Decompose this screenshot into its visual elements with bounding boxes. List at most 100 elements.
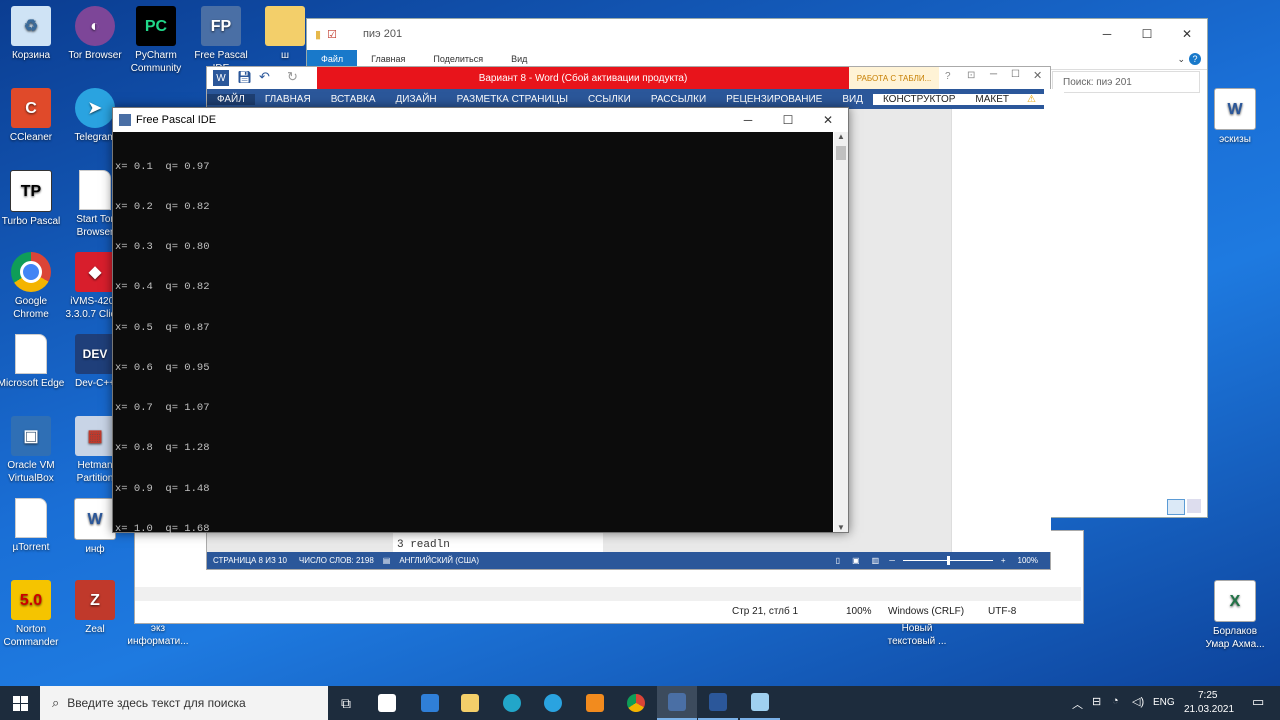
notepad-icon bbox=[751, 693, 769, 711]
wifi-icon[interactable]: ◔ bbox=[1112, 695, 1119, 707]
ccleaner-icon[interactable]: C CCleaner bbox=[0, 88, 66, 144]
taskbar-notepad[interactable] bbox=[740, 686, 780, 720]
new-text-file-label[interactable]: Новый текстовый ... bbox=[882, 622, 952, 648]
task-view-button[interactable]: ⧉ bbox=[326, 686, 366, 720]
large-icons-view-icon[interactable] bbox=[1187, 499, 1201, 513]
taskbar-search[interactable]: ⌕ Введите здесь текст для поиска bbox=[40, 686, 328, 720]
tab-view[interactable]: Вид bbox=[497, 54, 541, 64]
close-icon[interactable]: ✕ bbox=[1033, 69, 1042, 82]
tab-file[interactable]: ФАЙЛ bbox=[207, 93, 255, 105]
ribbon-display-icon[interactable]: ⊡ bbox=[967, 70, 975, 81]
checkbox-icon: ☑ bbox=[327, 28, 337, 41]
tab-design[interactable]: ДИЗАЙН bbox=[386, 94, 447, 105]
free-pascal-ide-icon[interactable]: FPFree Pascal IDE bbox=[186, 6, 256, 75]
utorrent-icon[interactable]: µTorrent bbox=[0, 498, 66, 554]
clock-date[interactable]: 21.03.2021 bbox=[1184, 704, 1234, 715]
close-icon[interactable]: ✕ bbox=[808, 113, 848, 127]
zoom-slider-thumb[interactable] bbox=[946, 556, 950, 565]
taskbar-word[interactable] bbox=[698, 686, 738, 720]
horizontal-scrollbar[interactable] bbox=[135, 587, 1081, 601]
minimize-icon[interactable]: ─ bbox=[1087, 27, 1127, 41]
input-language[interactable]: ENG bbox=[1153, 697, 1175, 708]
clock-time[interactable]: 7:25 bbox=[1198, 690, 1217, 701]
redo-icon[interactable]: ↻ bbox=[287, 69, 298, 85]
maximize-icon[interactable]: ☐ bbox=[1011, 69, 1020, 80]
zoom-percent[interactable]: 100% bbox=[1010, 556, 1050, 565]
console-line: x= 0.1 q= 0.97 bbox=[115, 160, 210, 173]
taskbar-store[interactable] bbox=[367, 686, 407, 720]
scroll-down-icon[interactable]: ▼ bbox=[837, 523, 845, 532]
tab-review[interactable]: РЕЦЕНЗИРОВАНИЕ bbox=[716, 94, 832, 105]
console-scrollbar[interactable]: ▲ ▼ bbox=[834, 132, 848, 532]
free-pascal-window[interactable]: Free Pascal IDE ─ ☐ ✕ x= 0.1 q= 0.97 x= … bbox=[112, 107, 849, 535]
show-hidden-icons[interactable]: ︿ bbox=[1072, 696, 1083, 712]
zoom-out-icon[interactable]: ─ bbox=[885, 556, 899, 565]
console-output[interactable]: x= 0.1 q= 0.97 x= 0.2 q= 0.82 x= 0.3 q= … bbox=[113, 132, 833, 535]
start-button[interactable] bbox=[0, 686, 40, 720]
tab-home[interactable]: ГЛАВНАЯ bbox=[255, 94, 321, 105]
table-tools-tab[interactable]: РАБОТА С ТАБЛИ... bbox=[849, 67, 939, 89]
web-layout-icon[interactable]: ▥ bbox=[866, 556, 886, 565]
notifications-icon[interactable]: ▭ bbox=[1252, 694, 1264, 710]
console-line: x= 0.7 q= 1.07 bbox=[115, 402, 210, 415]
undo-icon[interactable]: ↶ bbox=[259, 69, 270, 85]
word-title-bar: Вариант 8 - Word (Сбой активации продукт… bbox=[317, 67, 849, 89]
norton-commander-icon[interactable]: 5.0 Norton Commander bbox=[0, 580, 66, 649]
folder-icon: ▮ bbox=[315, 28, 322, 41]
virtualbox-icon[interactable]: ▣ Oracle VM VirtualBox bbox=[0, 416, 66, 485]
warning-icon[interactable]: ⚠ bbox=[1019, 93, 1044, 105]
excel-doc-icon[interactable]: X Борлаков Умар Ахма... bbox=[1200, 580, 1270, 651]
zoom-slider[interactable] bbox=[902, 556, 993, 565]
details-view-icon[interactable] bbox=[1167, 499, 1185, 515]
explorer-search[interactable]: Поиск: пиэ 201 bbox=[1052, 71, 1200, 93]
pycharm-icon[interactable]: PC PyCharm Community bbox=[121, 6, 191, 75]
tab-layout[interactable]: РАЗМЕТКА СТРАНИЦЫ bbox=[447, 94, 578, 105]
taskbar-sublime[interactable] bbox=[575, 686, 615, 720]
scroll-up-icon[interactable]: ▲ bbox=[837, 132, 845, 141]
console-line: x= 0.6 q= 0.95 bbox=[115, 361, 210, 374]
taskbar-search-placeholder: Введите здесь текст для поиска bbox=[67, 696, 246, 710]
taskbar-telegram[interactable] bbox=[533, 686, 573, 720]
taskbar: ⌕ Введите здесь текст для поиска ⧉ ︿ ⊟ ◔… bbox=[0, 686, 1280, 720]
minimize-icon[interactable]: ─ bbox=[728, 113, 768, 127]
volume-icon[interactable]: ◁) bbox=[1132, 695, 1144, 708]
edge-icon[interactable]: Microsoft Edge bbox=[0, 334, 66, 390]
notepad-statusbar: Стр 21, стлб 1 100% Windows (CRLF) UTF-8 bbox=[135, 603, 1081, 621]
console-line: x= 1.0 q= 1.68 bbox=[115, 522, 210, 535]
tab-table-layout[interactable]: МАКЕТ bbox=[965, 93, 1020, 105]
tab-view[interactable]: ВИД bbox=[832, 94, 873, 105]
tab-table-design[interactable]: КОНСТРУКТОР bbox=[872, 93, 966, 105]
tab-share[interactable]: Поделиться bbox=[419, 54, 497, 64]
taskbar-explorer[interactable] bbox=[450, 686, 490, 720]
system-tray: ︿ ⊟ ◔ ◁) ENG 7:25 21.03.2021 ▭ bbox=[1064, 686, 1280, 720]
close-icon[interactable]: ✕ bbox=[1167, 27, 1207, 41]
network-alert-icon[interactable]: ⊟ bbox=[1092, 695, 1101, 708]
chrome-icon[interactable]: Google Chrome bbox=[0, 252, 66, 321]
exam-info-file-label[interactable]: экз информати... bbox=[123, 622, 193, 648]
zoom-in-icon[interactable]: + bbox=[997, 556, 1010, 565]
help-icon[interactable]: ? bbox=[945, 71, 951, 82]
maximize-icon[interactable]: ☐ bbox=[1127, 27, 1167, 41]
turbo-pascal-icon[interactable]: TP Turbo Pascal bbox=[0, 170, 66, 228]
taskbar-edge[interactable] bbox=[492, 686, 532, 720]
help-icon[interactable]: ? bbox=[1189, 53, 1201, 65]
zeal-icon[interactable]: Z Zeal bbox=[60, 580, 130, 636]
save-icon[interactable]: 💾︎ bbox=[237, 70, 252, 84]
encoding: UTF-8 bbox=[988, 606, 1017, 617]
scrollbar-thumb[interactable] bbox=[836, 146, 846, 160]
chevron-down-icon[interactable]: ⌄ bbox=[1173, 54, 1189, 65]
print-layout-icon[interactable]: ▣ bbox=[846, 556, 866, 565]
tab-home[interactable]: Главная bbox=[357, 54, 419, 64]
tab-mailings[interactable]: РАССЫЛКИ bbox=[641, 94, 716, 105]
taskbar-chrome[interactable] bbox=[616, 686, 656, 720]
avatar[interactable] bbox=[1043, 89, 1064, 109]
taskbar-mail[interactable] bbox=[410, 686, 450, 720]
recycle-bin-icon[interactable]: ♻ Корзина bbox=[0, 6, 66, 62]
tor-browser-icon[interactable]: ◐ Tor Browser bbox=[60, 6, 130, 62]
taskbar-free-pascal[interactable] bbox=[657, 686, 697, 720]
minimize-icon[interactable]: ─ bbox=[990, 69, 997, 80]
maximize-icon[interactable]: ☐ bbox=[768, 113, 808, 127]
tab-insert[interactable]: ВСТАВКА bbox=[321, 94, 386, 105]
tab-references[interactable]: ССЫЛКИ bbox=[578, 94, 641, 105]
word-doc-eskizy-icon[interactable]: Wэскизы bbox=[1200, 88, 1270, 146]
